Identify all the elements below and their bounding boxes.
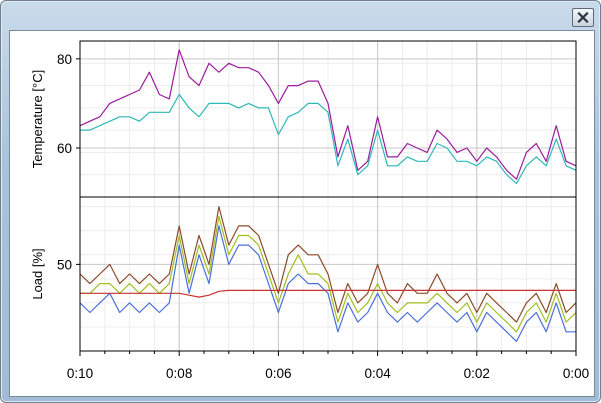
y-tick-label: 60 xyxy=(57,141,72,156)
close-button[interactable] xyxy=(572,8,594,27)
chart-canvas: 60 80 Temperature [°C] 50 Load [%] 0:10 0:… xyxy=(10,31,594,396)
y-tick-label: 80 xyxy=(57,52,72,67)
x-tick-label: 0:00 xyxy=(563,366,589,381)
x-tick-label: 0:02 xyxy=(464,366,490,381)
y-tick-label: 50 xyxy=(57,257,72,272)
chart-area: 60 80 Temperature [°C] 50 Load [%] 0:10 0:… xyxy=(9,30,595,397)
close-icon xyxy=(577,12,589,23)
chart-window: 60 80 Temperature [°C] 50 Load [%] 0:10 0:… xyxy=(0,0,601,403)
temperature-axis-label: Temperature [°C] xyxy=(30,70,45,168)
x-tick-label: 0:08 xyxy=(166,366,192,381)
x-tick-label: 0:04 xyxy=(364,366,391,381)
x-tick-label: 0:10 xyxy=(67,366,93,381)
x-tick-label: 0:06 xyxy=(265,366,291,381)
load-axis-label: Load [%] xyxy=(30,248,45,299)
